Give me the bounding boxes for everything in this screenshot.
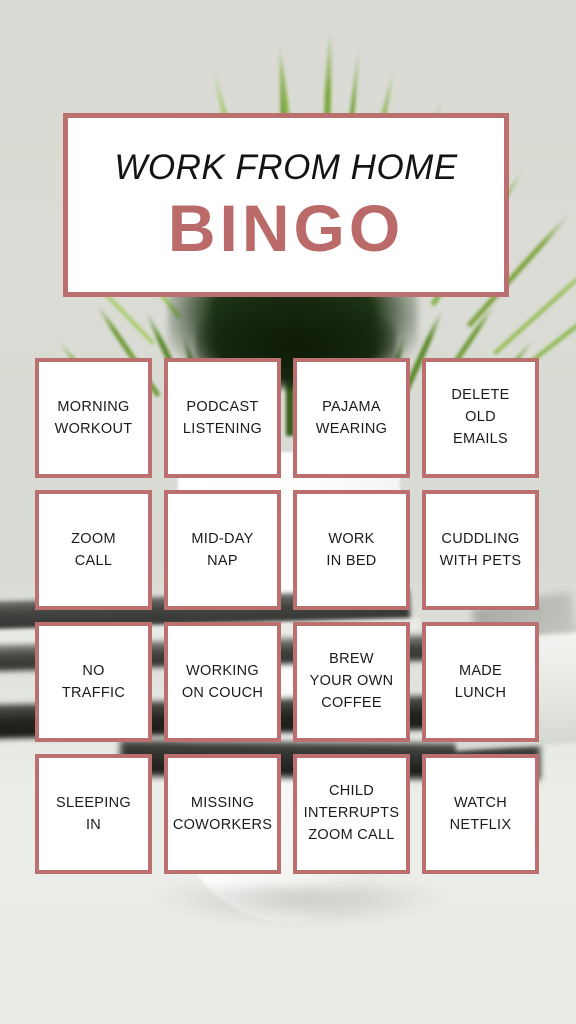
bingo-cell-label: DELETE OLD EMAILS	[451, 387, 510, 447]
bingo-cell-label: PAJAMA WEARING	[315, 398, 388, 437]
bingo-poster: WORK FROM HOME BINGO MORNING WORKOUT PODC…	[0, 0, 576, 1024]
bingo-cell[interactable]: WATCH NETFLIX	[422, 754, 539, 874]
bingo-cell[interactable]: MORNING WORKOUT	[35, 358, 152, 478]
bingo-grid: MORNING WORKOUT PODCAST LISTENING PAJAMA W…	[35, 358, 539, 874]
bingo-cell[interactable]: ZOOM CALL	[35, 490, 152, 610]
bingo-cell-label: MID-DAY NAP	[191, 530, 254, 569]
bingo-cell-label: WATCH NETFLIX	[449, 794, 512, 833]
bingo-cell[interactable]: PAJAMA WEARING	[293, 358, 410, 478]
bingo-cell-label: PODCAST LISTENING	[182, 398, 263, 437]
bingo-cell[interactable]: BREW YOUR OWN COFFEE	[293, 622, 410, 742]
bingo-cell[interactable]: MISSING COWORKERS	[164, 754, 281, 874]
bingo-cell[interactable]: CHILD INTERRUPTS ZOOM CALL	[293, 754, 410, 874]
bingo-cell[interactable]: WORKING ON COUCH	[164, 622, 281, 742]
title-card: WORK FROM HOME BINGO	[63, 113, 509, 297]
bingo-cell[interactable]: SLEEPING IN	[35, 754, 152, 874]
bingo-cell-label: ZOOM CALL	[71, 530, 116, 569]
bingo-cell[interactable]: PODCAST LISTENING	[164, 358, 281, 478]
bingo-cell-label: WORKING ON COUCH	[181, 662, 264, 701]
bingo-cell[interactable]: CUDDLING WITH PETS	[422, 490, 539, 610]
bingo-cell-label: BREW YOUR OWN COFFEE	[309, 651, 394, 711]
bingo-cell-label: WORK IN BED	[326, 530, 377, 569]
bingo-cell-label: MISSING COWORKERS	[172, 794, 273, 833]
bingo-cell[interactable]: MID-DAY NAP	[164, 490, 281, 610]
bingo-cell[interactable]: WORK IN BED	[293, 490, 410, 610]
pot-shadow	[150, 886, 450, 928]
bingo-cell-label: SLEEPING IN	[56, 794, 131, 833]
bingo-cell[interactable]: NO TRAFFIC	[35, 622, 152, 742]
page-title-primary: WORK FROM HOME	[114, 147, 458, 187]
page-title-bingo: BINGO	[167, 190, 405, 265]
bingo-cell-label: MORNING WORKOUT	[54, 398, 133, 437]
bingo-cell-label: NO TRAFFIC	[61, 662, 126, 701]
bingo-cell[interactable]: DELETE OLD EMAILS	[422, 358, 539, 478]
bingo-cell-label: MADE LUNCH	[454, 662, 507, 701]
bingo-cell-label: CUDDLING WITH PETS	[439, 530, 522, 569]
bingo-cell-label: CHILD INTERRUPTS ZOOM CALL	[303, 783, 400, 843]
bingo-cell[interactable]: MADE LUNCH	[422, 622, 539, 742]
